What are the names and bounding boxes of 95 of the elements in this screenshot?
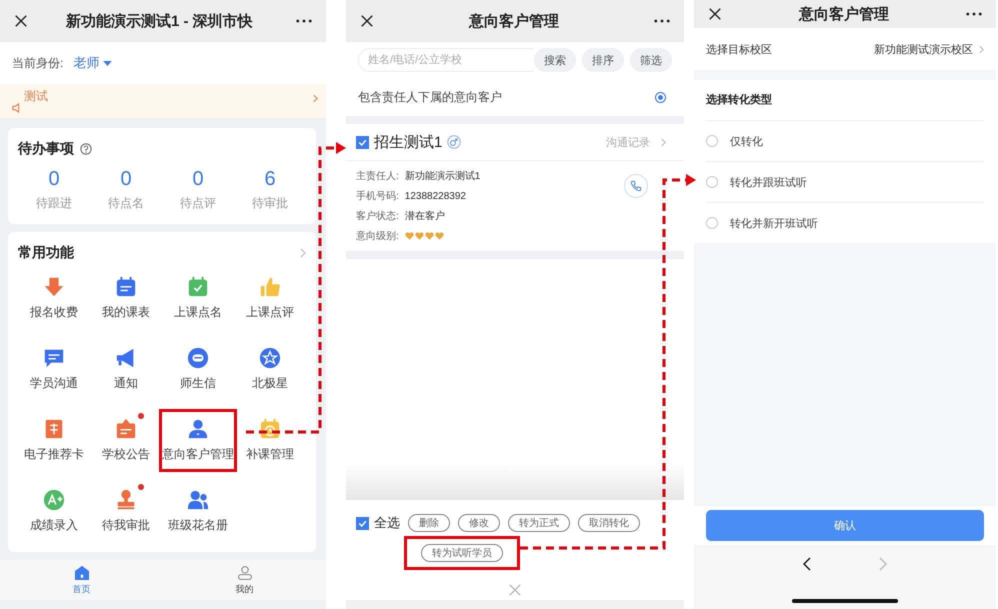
- calendar-check-icon: [187, 276, 209, 298]
- conversion-option[interactable]: 转化并跟班试听: [706, 162, 984, 203]
- field-value: 新功能演示测试1: [404, 170, 480, 183]
- window-title: 意向客户管理: [468, 12, 560, 30]
- function-item[interactable]: 报名收费: [18, 270, 90, 327]
- field-value: 潜在客户: [404, 210, 445, 223]
- function-item[interactable]: 待我审批: [90, 483, 162, 540]
- tab-item[interactable]: 我的: [163, 560, 326, 600]
- radio-button[interactable]: [655, 92, 666, 102]
- function-item[interactable]: 学员沟通: [18, 341, 90, 398]
- field-value: 12388228392: [404, 190, 466, 202]
- function-item[interactable]: 北极星: [234, 341, 306, 398]
- function-item[interactable]: 电子推荐卡: [18, 412, 90, 469]
- checkbox[interactable]: [356, 136, 369, 148]
- customer-name: 招生测试1: [374, 132, 442, 152]
- function-item[interactable]: 通知: [90, 341, 162, 398]
- field-label: 客户状态:: [356, 210, 399, 223]
- field-label: 主责任人:: [356, 170, 399, 183]
- radio-button[interactable]: [706, 176, 718, 188]
- checkbox[interactable]: [356, 516, 369, 530]
- field-label: 手机号码:: [356, 190, 399, 203]
- person-icon: [187, 418, 209, 440]
- identity-dropdown[interactable]: 老师: [73, 54, 112, 72]
- grade-circle-icon: [43, 489, 65, 511]
- chat-icon: [43, 347, 65, 369]
- conversion-option[interactable]: 转化并新开班试听: [706, 203, 984, 243]
- chevron-right-icon: [313, 94, 318, 102]
- close-icon[interactable]: [708, 7, 722, 21]
- close-icon[interactable]: [360, 14, 374, 28]
- card-icon: [43, 418, 65, 440]
- sign-board-icon: [115, 418, 137, 440]
- more-icon[interactable]: [654, 19, 670, 23]
- action-button[interactable]: 转为试听学员: [421, 544, 503, 562]
- function-item[interactable]: 学校公告: [90, 412, 162, 469]
- user-icon: [236, 564, 252, 580]
- function-item[interactable]: 我的课表: [90, 270, 162, 327]
- phone-button[interactable]: [624, 174, 648, 198]
- radio-button[interactable]: [706, 135, 718, 147]
- stat-count[interactable]: 0: [192, 168, 204, 191]
- close-icon[interactable]: [14, 14, 28, 28]
- stat-label: 待跟进: [36, 195, 72, 212]
- stat-label: 待审批: [252, 195, 288, 212]
- search-button[interactable]: 搜索: [534, 48, 576, 72]
- campus-label: 选择目标校区: [706, 42, 772, 56]
- window-title: 新功能演示测试1 - 深圳市快: [64, 12, 254, 30]
- phone-icon: [630, 180, 642, 192]
- calendar-icon: [115, 276, 137, 298]
- conversion-option[interactable]: 仅转化: [706, 121, 984, 162]
- campus-picker[interactable]: 新功能测试演示校区: [874, 42, 984, 56]
- option-label: 包含责任人下属的意向客户: [358, 88, 502, 106]
- chevron-right-icon: [979, 44, 984, 54]
- radio-button[interactable]: [706, 217, 718, 229]
- tool-button[interactable]: 筛选: [630, 48, 672, 72]
- stat-label: 待点名: [108, 195, 144, 212]
- section-title: 待办事项: [18, 140, 74, 158]
- dropdown-caret-icon: [103, 60, 112, 66]
- field-label: 意向级别:: [356, 230, 399, 243]
- chat-circle-icon: [187, 347, 209, 369]
- tab-item[interactable]: 首页: [0, 560, 163, 600]
- section-title: 常用功能: [18, 244, 74, 262]
- window-title: 意向客户管理: [798, 4, 890, 24]
- action-button[interactable]: 转为正式: [508, 514, 570, 532]
- function-item[interactable]: 上课点名: [162, 270, 234, 327]
- search-field[interactable]: 姓名/电话/公立学校: [358, 48, 534, 72]
- stat-label: 待点评: [180, 195, 216, 212]
- notice-text: 测试: [24, 88, 49, 104]
- arrow-down-icon: [43, 276, 65, 298]
- chevron-right-icon: [661, 138, 666, 146]
- function-item[interactable]: 补课管理: [234, 412, 306, 469]
- identity-label: 当前身份:: [12, 54, 64, 72]
- stamp-icon: [115, 489, 137, 511]
- back-icon[interactable]: [803, 557, 811, 571]
- section-title: 选择转化类型: [706, 80, 984, 121]
- more-icon[interactable]: [966, 12, 982, 16]
- star-badge-icon: [259, 347, 281, 369]
- speaker-icon: [12, 103, 22, 113]
- thumbs-up-icon: [259, 276, 281, 298]
- select-all-label[interactable]: 全选: [374, 514, 400, 532]
- action-button[interactable]: 取消转化: [578, 514, 640, 532]
- tool-button[interactable]: 排序: [582, 48, 624, 72]
- function-item[interactable]: 师生信: [162, 341, 234, 398]
- stat-count[interactable]: 6: [264, 168, 276, 191]
- action-button[interactable]: 删除: [408, 514, 450, 532]
- more-icon[interactable]: [296, 19, 312, 23]
- action-button[interactable]: 修改: [458, 514, 500, 532]
- function-item[interactable]: 意向客户管理: [162, 412, 234, 469]
- stat-count[interactable]: 0: [48, 168, 60, 191]
- male-icon: [447, 135, 462, 149]
- function-item[interactable]: 成绩录入: [18, 483, 90, 540]
- help-icon[interactable]: [80, 143, 92, 155]
- function-item[interactable]: 上课点评: [234, 270, 306, 327]
- function-item[interactable]: 班级花名册: [162, 483, 234, 540]
- home-icon: [74, 564, 90, 580]
- people-icon: [187, 489, 209, 511]
- stat-count[interactable]: 0: [120, 168, 132, 191]
